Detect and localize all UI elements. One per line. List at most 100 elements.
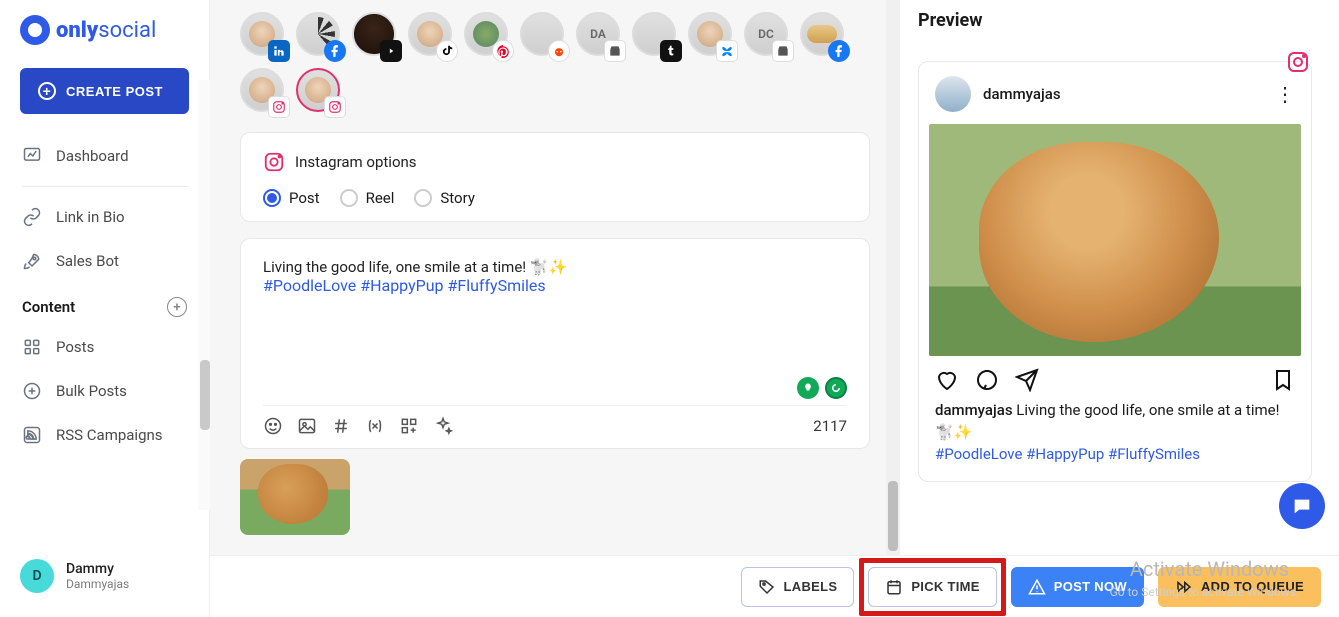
account-tiktok[interactable] [408, 12, 456, 60]
emoji-icon[interactable] [263, 416, 283, 436]
nav-bulk-posts[interactable]: Bulk Posts [0, 369, 209, 413]
chat-fab[interactable] [1279, 483, 1325, 529]
account-linkedin[interactable] [240, 12, 288, 60]
create-post-button[interactable]: + CREATE POST [20, 68, 189, 114]
facebook-icon [328, 44, 342, 58]
nav-rss-label: RSS Campaigns [56, 426, 163, 444]
account-tumblr[interactable] [632, 12, 680, 60]
tiktok-icon [440, 44, 454, 58]
compose-hashtags: #PoodleLove #HappyPup #FluffySmiles [263, 276, 546, 295]
tag-icon [758, 578, 776, 596]
sparkle-icon[interactable] [433, 416, 453, 436]
account-google-1[interactable]: DA [576, 12, 624, 60]
radio-off-icon [340, 189, 358, 207]
editor-scrollbar[interactable] [886, 0, 900, 555]
hashtag-icon[interactable] [331, 416, 351, 436]
radio-off-icon [414, 189, 432, 207]
compose-textarea[interactable]: Living the good life, one smile at a tim… [263, 257, 847, 367]
image-icon[interactable] [297, 416, 317, 436]
account-facebook-2[interactable] [800, 12, 848, 60]
sidebar-scrollbar[interactable] [198, 80, 210, 510]
sidebar: onlysocial + CREATE POST Dashboard Link … [0, 0, 210, 617]
brand-logo[interactable]: onlysocial [0, 10, 209, 60]
account-google-2[interactable]: DC [744, 12, 792, 60]
media-thumbnail[interactable] [240, 459, 350, 535]
nav-linkbio-label: Link in Bio [56, 208, 125, 226]
plus-icon [22, 381, 42, 401]
preview-avatar [935, 76, 971, 112]
action-bar: LABELS PICK TIME POST NOW ADD TO QUEUE [210, 555, 1339, 617]
account-youtube[interactable] [352, 12, 400, 60]
instagram-icon [1286, 50, 1310, 74]
nav-posts[interactable]: Posts [0, 325, 209, 369]
ig-option-reel[interactable]: Reel [340, 189, 395, 207]
preview-caption: dammyajas Living the good life, one smil… [921, 400, 1309, 479]
add-content-icon[interactable]: + [167, 297, 187, 317]
grid-icon [22, 337, 42, 357]
preview-card: dammyajas ⋮ dammyajas Living the good li… [918, 61, 1312, 482]
rss-icon [22, 425, 42, 445]
pick-time-button[interactable]: PICK TIME [868, 567, 996, 607]
alert-icon [1028, 578, 1046, 596]
plus-circle-icon: + [38, 82, 56, 100]
account-bluesky[interactable] [688, 12, 736, 60]
calendar-icon [885, 578, 903, 596]
ig-option-post[interactable]: Post [263, 189, 320, 207]
nav-link-in-bio[interactable]: Link in Bio [0, 195, 209, 239]
divider [22, 186, 187, 187]
business-icon [776, 44, 790, 58]
account-instagram-1[interactable] [240, 68, 288, 116]
bluesky-icon [720, 44, 734, 58]
nav-dashboard[interactable]: Dashboard [0, 134, 209, 178]
post-now-button[interactable]: POST NOW [1011, 567, 1144, 607]
heart-icon[interactable] [935, 368, 959, 392]
send-icon[interactable] [1015, 368, 1039, 392]
grammarly-widget[interactable] [263, 377, 847, 399]
account-pinterest[interactable] [464, 12, 512, 60]
comment-icon[interactable] [975, 368, 999, 392]
user-block[interactable]: D Dammy Dammyajas [0, 545, 209, 607]
grammarly-bulb-icon [797, 377, 819, 399]
instagram-icon [328, 100, 342, 114]
youtube-icon [384, 44, 398, 58]
radio-on-icon [263, 189, 281, 207]
facebook-icon [832, 44, 846, 58]
chat-icon [1291, 495, 1313, 517]
fast-forward-icon [1175, 578, 1193, 596]
character-count: 2117 [813, 417, 847, 435]
account-facebook[interactable] [296, 12, 344, 60]
user-handle: Dammyajas [66, 577, 129, 591]
instagram-icon [272, 100, 286, 114]
preview-image [929, 124, 1301, 356]
rocket-icon [22, 251, 42, 271]
nav-bulk-label: Bulk Posts [56, 382, 127, 400]
logo-text: onlysocial [56, 18, 156, 43]
pinterest-icon [496, 44, 510, 58]
preview-handle: dammyajas [983, 85, 1061, 103]
ig-options-heading: Instagram options [295, 153, 417, 171]
content-section-head: Content + [0, 283, 209, 325]
instagram-icon [263, 151, 285, 173]
preview-column: Preview dammyajas ⋮ [900, 0, 1330, 617]
template-icon[interactable] [399, 416, 419, 436]
user-name: Dammy [66, 561, 129, 577]
add-to-queue-button[interactable]: ADD TO QUEUE [1158, 567, 1321, 607]
account-reddit[interactable] [520, 12, 568, 60]
account-instagram-selected[interactable] [296, 68, 344, 116]
labels-button[interactable]: LABELS [741, 567, 855, 607]
nav-rss[interactable]: RSS Campaigns [0, 413, 209, 457]
variable-icon[interactable] [365, 416, 385, 436]
editor-column: DA DC Instagram options Post Reel Story [210, 0, 900, 617]
user-avatar: D [20, 559, 54, 593]
tumblr-icon [664, 44, 678, 58]
bookmark-icon[interactable] [1271, 368, 1295, 392]
ig-option-story[interactable]: Story [414, 189, 475, 207]
preview-title: Preview [918, 10, 1312, 31]
content-head-label: Content [22, 298, 75, 316]
create-post-label: CREATE POST [66, 84, 163, 99]
more-icon[interactable]: ⋮ [1275, 82, 1295, 106]
dashboard-icon [22, 146, 42, 166]
nav-sales-bot[interactable]: Sales Bot [0, 239, 209, 283]
preview-user[interactable]: dammyajas [935, 76, 1061, 112]
compose-text: Living the good life, one smile at a tim… [263, 258, 567, 276]
